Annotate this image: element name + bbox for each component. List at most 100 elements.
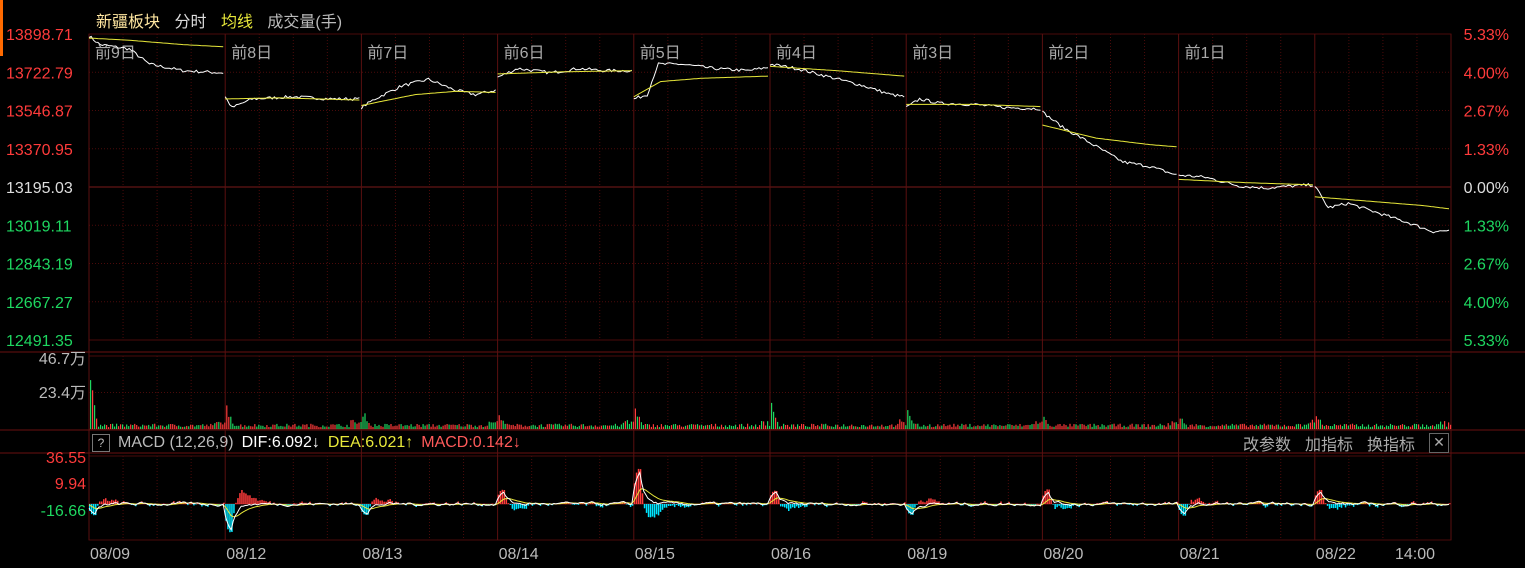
volume-bar bbox=[686, 425, 689, 429]
volume-bar bbox=[332, 424, 334, 429]
volume-bar bbox=[722, 427, 725, 429]
volume-bar bbox=[787, 424, 789, 429]
macd-bar bbox=[1334, 504, 1337, 508]
macd-bar bbox=[659, 504, 662, 512]
volume-bar bbox=[1193, 426, 1195, 429]
volume-bar bbox=[360, 422, 362, 429]
volume-bar bbox=[160, 425, 162, 429]
price-y-tick: 13722.79 bbox=[6, 65, 73, 82]
macd-bar bbox=[1348, 504, 1351, 506]
change-params-button[interactable]: 改参数 bbox=[1243, 431, 1291, 455]
volume-bar bbox=[194, 426, 196, 429]
volume-bar bbox=[947, 425, 949, 429]
macd-bar bbox=[924, 502, 926, 504]
volume-bar bbox=[434, 426, 436, 429]
volume-bar bbox=[308, 427, 310, 429]
volume-bar bbox=[486, 425, 488, 429]
price-y-tick: 13195.03 bbox=[6, 180, 73, 197]
volume-bar bbox=[1169, 425, 1171, 429]
macd-bar bbox=[187, 504, 189, 506]
volume-bar bbox=[462, 426, 464, 429]
volume-bar bbox=[1363, 426, 1366, 429]
macd-bar bbox=[1340, 504, 1343, 508]
chart-header: 新疆板块 分时 均线 成交量(手) bbox=[96, 8, 352, 32]
volume-bar bbox=[1432, 425, 1434, 429]
pct-y-tick: 4.00% bbox=[1464, 295, 1509, 312]
volume-bar bbox=[855, 426, 857, 429]
macd-bar bbox=[491, 503, 494, 505]
pct-y-tick: 2.67% bbox=[1464, 257, 1509, 274]
add-indicator-button[interactable]: 加指标 bbox=[1305, 431, 1353, 455]
macd-bar bbox=[507, 503, 510, 504]
volume-bar bbox=[1448, 422, 1450, 429]
volume-bar bbox=[1123, 425, 1125, 429]
help-button[interactable]: ? bbox=[92, 434, 110, 452]
macd-title[interactable]: MACD (12,26,9) bbox=[118, 434, 234, 452]
volume-bar bbox=[102, 426, 104, 429]
volume-bar bbox=[258, 424, 260, 429]
switch-indicator-button[interactable]: 换指标 bbox=[1367, 431, 1415, 455]
macd-bar bbox=[371, 501, 373, 504]
volume-bar bbox=[1141, 424, 1143, 429]
price-line bbox=[224, 94, 360, 108]
volume-bar bbox=[967, 426, 969, 429]
volume-bar bbox=[935, 426, 937, 429]
volume-bar bbox=[1135, 424, 1137, 429]
volume-bar bbox=[1261, 425, 1263, 429]
volume-bar bbox=[714, 423, 717, 429]
volume-bar bbox=[272, 424, 274, 429]
volume-bar bbox=[506, 423, 508, 429]
volume-bar bbox=[644, 424, 646, 429]
volume-bar bbox=[793, 424, 795, 429]
sector-name[interactable]: 新疆板块 bbox=[96, 14, 160, 31]
volume-bar bbox=[440, 426, 442, 429]
volume-bar bbox=[412, 426, 414, 429]
day-label: 前2日 bbox=[1048, 44, 1089, 62]
volume-bar bbox=[1197, 425, 1199, 429]
volume-bar bbox=[302, 424, 304, 429]
volume-bar bbox=[975, 426, 977, 429]
volume-bar bbox=[516, 423, 518, 429]
volume-bar bbox=[1083, 424, 1085, 429]
volume-bar bbox=[710, 424, 713, 429]
volume-bar bbox=[1119, 423, 1121, 429]
volume-bar bbox=[1293, 426, 1295, 429]
macd-bar bbox=[655, 504, 658, 515]
volume-bar bbox=[208, 426, 210, 429]
volume-bar bbox=[628, 423, 630, 429]
volume-bar bbox=[973, 426, 975, 429]
volume-bar bbox=[1407, 426, 1410, 429]
volume-bar bbox=[520, 424, 522, 429]
macd-bar bbox=[517, 504, 520, 509]
avg-price-line bbox=[361, 90, 496, 106]
volume-bar bbox=[1153, 424, 1155, 429]
volume-bar bbox=[827, 425, 829, 429]
volume-bar bbox=[494, 422, 496, 429]
macd-bar bbox=[373, 499, 375, 504]
volume-bar bbox=[168, 424, 170, 429]
macd-bar bbox=[501, 489, 504, 504]
volume-bar bbox=[172, 424, 174, 429]
volume-bar bbox=[739, 424, 741, 429]
volume-bar bbox=[1295, 424, 1297, 429]
volume-bar bbox=[1349, 424, 1351, 429]
macd-bar bbox=[808, 504, 810, 505]
volume-bar bbox=[156, 426, 158, 429]
macd-bar bbox=[1346, 504, 1349, 506]
close-icon[interactable]: ✕ bbox=[1429, 433, 1449, 453]
volume-bar bbox=[1450, 424, 1452, 429]
macd-bar bbox=[233, 504, 235, 514]
volume-bar bbox=[340, 425, 342, 429]
volume-bar bbox=[851, 424, 853, 429]
price-line bbox=[633, 62, 769, 100]
volume-bar bbox=[1273, 426, 1275, 429]
volume-bar bbox=[274, 424, 276, 429]
volume-bar bbox=[959, 426, 961, 429]
mode-label[interactable]: 分时 bbox=[174, 14, 206, 31]
volume-bar bbox=[242, 426, 244, 429]
volume-bar bbox=[1085, 426, 1087, 429]
x-date-label: 08/12 bbox=[226, 546, 266, 563]
macd-bar bbox=[253, 497, 255, 504]
volume-bar bbox=[734, 424, 737, 429]
volume-bar bbox=[178, 425, 180, 429]
